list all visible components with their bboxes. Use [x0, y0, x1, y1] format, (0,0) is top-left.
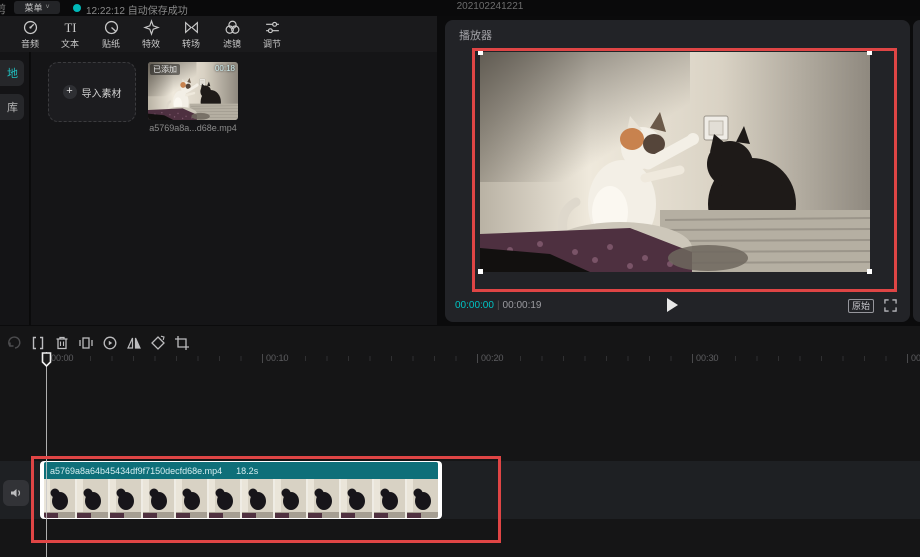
- sidebar-item-label: 地: [7, 65, 18, 81]
- timeline-toolbar: [0, 332, 920, 354]
- autosave-status-icon: [73, 4, 81, 12]
- player-title: 播放器: [459, 27, 492, 43]
- selection-handle[interactable]: [867, 50, 872, 55]
- media-sidebar: 地 库: [0, 52, 30, 325]
- delete-icon[interactable]: [53, 334, 71, 352]
- tab-label: 转场: [182, 37, 200, 50]
- autosave-message: 12:22:12 自动保存成功: [86, 2, 188, 17]
- audio-icon: [22, 19, 39, 36]
- media-toolbar: 音频 TI 文本 贴纸 特效 转场: [0, 16, 437, 52]
- menu-label: 菜单: [24, 1, 42, 14]
- time-divider: |: [494, 300, 503, 311]
- ruler-label: 00:20: [477, 352, 504, 364]
- tab-sticker[interactable]: 贴纸: [91, 19, 131, 50]
- import-label: 导入素材: [82, 85, 122, 100]
- app-logo: 剪: [0, 1, 6, 17]
- video-frame-image: [480, 52, 870, 272]
- fullscreen-icon[interactable]: [884, 299, 897, 312]
- tab-audio[interactable]: 音频: [10, 19, 50, 50]
- clip-filmstrip: [44, 479, 438, 518]
- svg-text:TI: TI: [64, 21, 76, 35]
- clip-filename: a5769a8a64b45434df9f7150decfd68e.mp4: [50, 466, 222, 476]
- mirror-icon[interactable]: [125, 334, 143, 352]
- right-panel-edge: [913, 20, 920, 322]
- selection-handle[interactable]: [478, 269, 483, 274]
- clip-filename: a5769a8a...d68e.mp4: [140, 123, 246, 133]
- transition-icon: [183, 19, 200, 36]
- tab-label: 特效: [142, 37, 160, 50]
- tab-text[interactable]: TI 文本: [50, 19, 90, 50]
- adjust-icon: [264, 19, 281, 36]
- timeline-clip-body: a5769a8a64b45434df9f7150decfd68e.mp4 18.…: [44, 462, 438, 518]
- track-mute-button[interactable]: [3, 480, 29, 506]
- filter-icon: [224, 19, 241, 36]
- video-editor-window: 剪 菜单 ˅ 12:22:12 自动保存成功 202102241221 音频 T…: [0, 0, 920, 557]
- original-size-button[interactable]: 原始: [848, 299, 874, 313]
- tab-label: 滤镜: [223, 37, 241, 50]
- playhead-line[interactable]: [46, 352, 47, 557]
- effects-icon: [143, 19, 160, 36]
- sidebar-item-label: 库: [7, 99, 18, 115]
- tab-label: 贴纸: [102, 37, 120, 50]
- sticker-icon: [103, 19, 120, 36]
- ruler-label: 00:40: [907, 352, 920, 364]
- reverse-icon[interactable]: [101, 334, 119, 352]
- clip-duration: 18.2s: [236, 466, 258, 476]
- current-time: 00:00:00: [455, 300, 494, 311]
- added-badge: 已添加: [150, 64, 180, 75]
- text-icon: TI: [62, 19, 79, 36]
- sidebar-item-local[interactable]: 地: [0, 60, 24, 86]
- chevron-down-icon: ˅: [45, 4, 49, 11]
- plus-icon: +: [63, 85, 77, 99]
- tab-transition[interactable]: 转场: [171, 19, 211, 50]
- split-icon[interactable]: [29, 334, 47, 352]
- ruler-label: 00:30: [692, 352, 719, 364]
- media-clip-thumbnail[interactable]: 已添加 00:18: [148, 62, 238, 120]
- clip-duration: 00:18: [215, 64, 235, 73]
- crop-icon[interactable]: [173, 334, 191, 352]
- clip-header: a5769a8a64b45434df9f7150decfd68e.mp4 18.…: [44, 462, 438, 479]
- freeze-frame-icon[interactable]: [77, 334, 95, 352]
- player-timecode: 00:00:00|00:00:19: [455, 300, 541, 311]
- project-title: 202102241221: [400, 1, 580, 12]
- selection-handle[interactable]: [478, 50, 483, 55]
- playhead-handle[interactable]: [41, 352, 52, 367]
- tab-adjust[interactable]: 调节: [252, 19, 292, 50]
- undo-icon[interactable]: [6, 334, 24, 352]
- menu-button[interactable]: 菜单 ˅: [14, 1, 60, 14]
- tab-label: 音频: [21, 37, 39, 50]
- play-button[interactable]: [667, 298, 678, 312]
- total-time: 00:00:19: [503, 300, 542, 311]
- tab-filter[interactable]: 滤镜: [212, 19, 252, 50]
- rotate-icon[interactable]: [149, 334, 167, 352]
- timeline-clip[interactable]: a5769a8a64b45434df9f7150decfd68e.mp4 18.…: [40, 461, 442, 519]
- tab-label: 调节: [263, 37, 281, 50]
- media-panel: + 导入素材 已添加 00:18 a5769a8a...d68e.mp4: [31, 52, 437, 325]
- speaker-icon: [9, 486, 23, 500]
- player-panel: 播放器 00:00:00|00:00:19 原始: [445, 20, 910, 322]
- tab-label: 文本: [61, 37, 79, 50]
- sidebar-item-library[interactable]: 库: [0, 94, 24, 120]
- video-preview[interactable]: [480, 52, 870, 272]
- selection-handle[interactable]: [867, 269, 872, 274]
- import-material-button[interactable]: + 导入素材: [48, 62, 136, 122]
- ruler-label: 00:10: [262, 352, 289, 364]
- top-bar: 剪 菜单 ˅ 12:22:12 自动保存成功 202102241221: [0, 0, 920, 16]
- tab-effects[interactable]: 特效: [131, 19, 171, 50]
- timeline-section: 00:00 00:10 00:20 00:30 00:40 a5769a8a64…: [0, 326, 920, 557]
